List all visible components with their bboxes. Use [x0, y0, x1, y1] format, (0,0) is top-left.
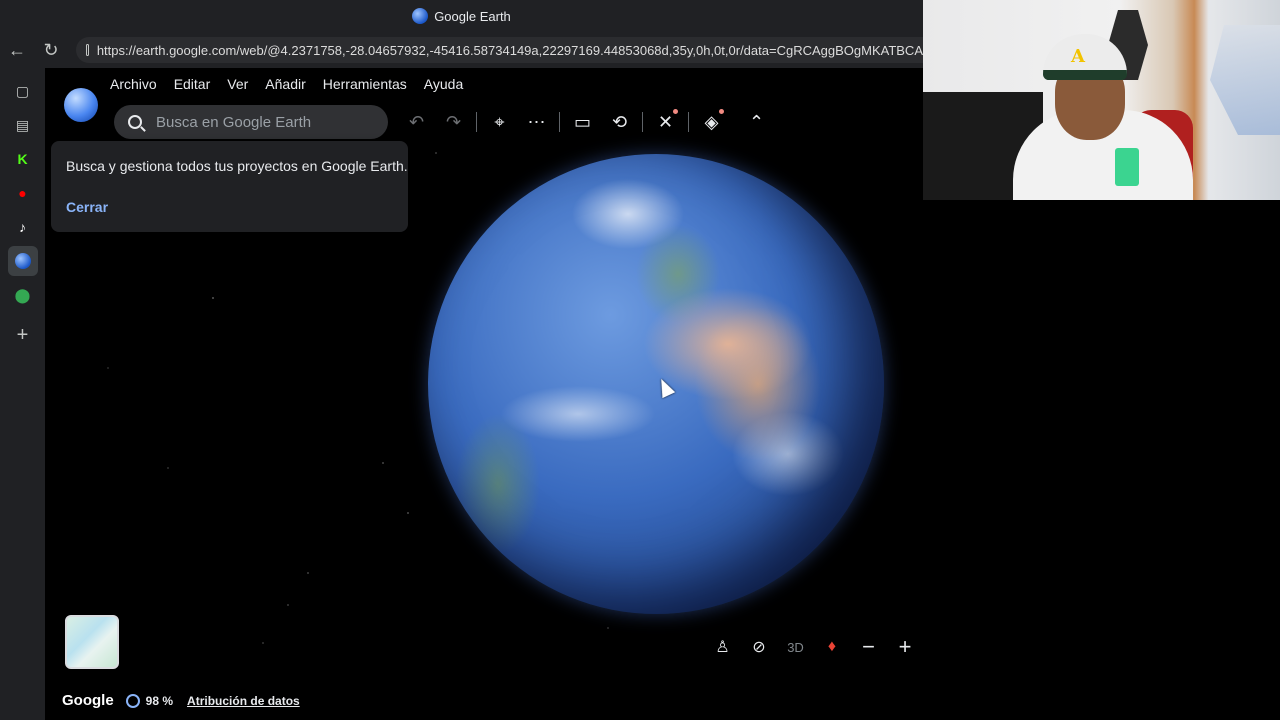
toolbar-divider: [642, 112, 643, 132]
menu-archivo[interactable]: Archivo: [110, 74, 169, 94]
tabs-icon[interactable]: ▢: [8, 76, 38, 106]
tiktok-icon[interactable]: ♪: [8, 212, 38, 242]
collapse-chevron-icon[interactable]: ⌃: [738, 108, 775, 136]
menu-ayuda[interactable]: Ayuda: [424, 74, 475, 94]
google-logo: Google: [62, 692, 114, 709]
cap-logo-icon: A: [1071, 46, 1085, 67]
load-percent: 98 %: [145, 693, 174, 708]
search-icon: [128, 115, 142, 129]
map-style-thumbnail[interactable]: [65, 615, 119, 669]
menu-bar: Archivo Editar Ver Añadir Herramientas A…: [110, 74, 480, 94]
placemark-icon[interactable]: ⌖: [481, 108, 518, 136]
pegman-icon[interactable]: ♙: [705, 629, 741, 665]
green-cup: [1115, 148, 1139, 186]
window-titlebar: Google Earth: [0, 0, 923, 32]
zoom-in-icon[interactable]: +: [887, 629, 923, 665]
projects-popup: Busca y gestiona todos tus proyectos en …: [51, 141, 408, 232]
notification-dot: [719, 109, 724, 114]
menu-editar[interactable]: Editar: [174, 74, 223, 94]
browser-sidebar: ▢ ▤ K ● ♪ ⬤ +: [0, 68, 45, 720]
earth-viewport[interactable]: Archivo Editar Ver Añadir Herramientas A…: [48, 68, 923, 720]
view-controls: ♙ ⊘ 3D ♦ − +: [704, 629, 923, 665]
redo-icon[interactable]: ↷: [435, 108, 472, 136]
search-placeholder: Busca en Google Earth: [156, 113, 312, 131]
path-icon[interactable]: ⋯: [518, 108, 555, 136]
google-maps-icon[interactable]: ⬤: [8, 280, 38, 310]
loading-ring-icon: [125, 693, 140, 708]
earth-toolbar: ↶ ↷ ⌖ ⋯ ▭ ⟲ ✕ ◈ ⌃: [398, 108, 775, 136]
satellite-icon[interactable]: ✕: [647, 108, 684, 136]
zoom-out-icon[interactable]: −: [851, 629, 887, 665]
address-bar[interactable]: https://earth.google.com/web/@4.2371758,…: [76, 37, 923, 63]
reload-button[interactable]: ↻: [34, 33, 68, 67]
youtube-icon[interactable]: ●: [8, 178, 38, 208]
browser-navbar: ← ↻ https://earth.google.com/web/@4.2371…: [0, 32, 923, 68]
menu-anadir[interactable]: Añadir: [265, 74, 317, 94]
orbit-off-icon[interactable]: ⊘: [741, 629, 777, 665]
reading-list-icon[interactable]: ▤: [8, 110, 38, 140]
toolbar-divider: [476, 112, 477, 132]
3d-toggle-button[interactable]: 3D: [778, 629, 814, 665]
url-text: https://earth.google.com/web/@4.2371758,…: [96, 42, 923, 58]
measure-icon[interactable]: ▭: [564, 108, 601, 136]
popup-close-button[interactable]: Cerrar: [66, 199, 108, 215]
webcam-overlay: A: [923, 0, 1280, 200]
layers-icon[interactable]: ◈: [693, 108, 730, 136]
search-box[interactable]: Busca en Google Earth: [114, 105, 388, 139]
toolbar-divider: [688, 112, 689, 132]
history-icon[interactable]: ⟲: [601, 108, 638, 136]
toolbar-divider: [559, 112, 560, 132]
earth-logo-icon[interactable]: [64, 88, 98, 122]
site-info-icon[interactable]: [86, 44, 89, 56]
status-bar: Google 98 % Atribución de datos: [62, 692, 300, 709]
compass-icon[interactable]: ♦: [814, 629, 850, 665]
popup-message: Busca y gestiona todos tus proyectos en …: [66, 158, 408, 174]
led-light-panel: [1210, 25, 1280, 135]
undo-icon[interactable]: ↶: [398, 108, 435, 136]
add-icon[interactable]: +: [8, 320, 38, 350]
google-earth-favicon-icon: [412, 8, 429, 24]
data-attribution-link[interactable]: Atribución de datos: [187, 694, 300, 708]
kick-icon[interactable]: K: [8, 144, 38, 174]
google-earth-icon[interactable]: [7, 246, 38, 276]
back-button[interactable]: ←: [0, 33, 34, 67]
menu-herramientas[interactable]: Herramientas: [323, 74, 419, 94]
notification-dot: [673, 109, 678, 114]
menu-ver[interactable]: Ver: [227, 74, 260, 94]
window-title: Google Earth: [434, 8, 511, 24]
